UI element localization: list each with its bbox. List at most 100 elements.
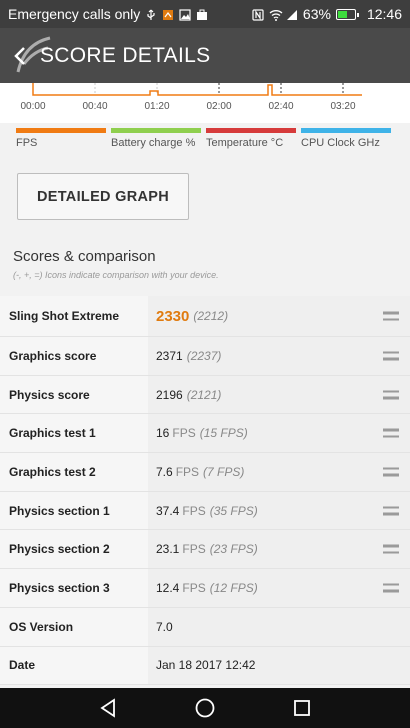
score-row[interactable]: Date Jan 18 2017 12:42 — [0, 646, 410, 686]
score-row-value-cell: 12.4 FPS (12 FPS) — [148, 569, 410, 607]
detailed-graph-button[interactable]: DETAILED GRAPH — [17, 173, 189, 220]
fps-series-line — [32, 83, 362, 96]
legend-item-cpu-clock: CPU Clock GHz — [301, 128, 391, 149]
score-value: 7.0 — [156, 619, 173, 634]
score-row[interactable]: Sling Shot Extreme 2330 (2212) — [0, 296, 410, 337]
graph-tick-label: 00:00 — [20, 101, 46, 112]
nfc-icon — [252, 8, 264, 21]
graph-tick-label: 02:40 — [268, 101, 294, 112]
page-title: SCORE DETAILS — [40, 43, 211, 67]
wifi-icon — [269, 8, 283, 21]
battery-icon — [335, 8, 359, 20]
score-comparison: (35 FPS) — [209, 503, 258, 518]
graph-tick-label: 00:40 — [82, 101, 108, 112]
score-details-screen: Emergency calls only 63% 12:46 SCORE DET… — [0, 0, 410, 728]
status-bar: Emergency calls only 63% 12:46 — [0, 0, 410, 28]
score-comparison: (15 FPS) — [199, 426, 248, 441]
app-bar: SCORE DETAILS — [0, 28, 410, 83]
legend-label: FPS — [16, 137, 38, 149]
score-value: 37.4 — [156, 503, 180, 518]
score-comparison: (2212) — [193, 309, 229, 323]
equal-comparison-icon — [383, 428, 399, 438]
score-value: 2371 — [156, 348, 183, 363]
briefcase-icon — [196, 8, 208, 20]
carrier-text: Emergency calls only — [8, 6, 141, 22]
legend-label: Battery charge % — [111, 137, 196, 149]
score-row-label: Graphics score — [0, 337, 148, 375]
legend-swatch — [301, 128, 391, 133]
score-row[interactable]: Graphics test 1 16 FPS (15 FPS) — [0, 414, 410, 454]
score-value: Jan 18 2017 12:42 — [156, 658, 256, 673]
score-row[interactable]: Physics score 2196 (2121) — [0, 375, 410, 415]
performance-graph[interactable]: 00:00 00:40 01:20 02:00 02:40 03:20 — [0, 83, 410, 123]
score-value: 7.6 — [156, 464, 173, 479]
back-icon[interactable] — [88, 688, 128, 728]
equal-comparison-icon — [383, 311, 399, 321]
clock: 12:46 — [366, 6, 402, 22]
score-row-label: Physics score — [0, 375, 148, 414]
score-row[interactable]: Physics section 3 12.4 FPS (12 FPS) — [0, 569, 410, 608]
score-unit: FPS — [172, 426, 196, 441]
battery-level — [337, 10, 348, 18]
battery-percent: 63% — [302, 6, 331, 22]
notification-icon — [162, 8, 174, 20]
score-row-label: Sling Shot Extreme — [0, 296, 148, 336]
scores-heading: Scores & comparison — [13, 248, 156, 265]
scores-table: Sling Shot Extreme 2330 (2212) Graphics sco… — [0, 296, 410, 686]
score-comparison: (23 FPS) — [209, 542, 258, 557]
gallery-icon — [179, 8, 191, 21]
score-row[interactable]: OS Version 7.0 — [0, 607, 410, 647]
legend-swatch — [16, 128, 106, 133]
graph-legend: FPS Battery charge % Temperature °C CPU … — [16, 128, 396, 149]
score-comparison: (7 FPS) — [203, 464, 245, 479]
signal-icon — [286, 8, 298, 20]
score-row-value-cell: 2371 (2237) — [148, 337, 410, 375]
score-unit: FPS — [182, 542, 206, 557]
legend-item-fps: FPS — [16, 128, 106, 149]
equal-comparison-icon — [383, 351, 399, 361]
equal-comparison-icon — [383, 544, 399, 554]
equal-comparison-icon — [383, 506, 399, 516]
score-row-label: Date — [0, 646, 148, 685]
graph-tick-label: 03:20 — [330, 101, 356, 112]
score-comparison: (2237) — [186, 348, 222, 363]
score-row-value-cell: 7.6 FPS (7 FPS) — [148, 453, 410, 491]
legend-label: CPU Clock GHz — [301, 137, 380, 149]
navigation-bar — [0, 688, 410, 728]
legend-item-temperature: Temperature °C — [206, 128, 296, 149]
score-row-value-cell: 2330 (2212) — [148, 296, 410, 336]
score-value: 2330 — [156, 307, 190, 325]
score-unit: FPS — [175, 464, 200, 479]
score-value: 12.4 — [156, 580, 180, 595]
score-comparison: (12 FPS) — [209, 580, 258, 595]
score-unit: FPS — [182, 503, 206, 518]
score-row[interactable]: Graphics test 2 7.6 FPS (7 FPS) — [0, 453, 410, 492]
legend-swatch — [206, 128, 296, 133]
equal-comparison-icon — [383, 583, 399, 593]
score-row-label: Graphics test 2 — [0, 453, 148, 491]
equal-comparison-icon — [383, 390, 399, 400]
usb-icon — [145, 8, 157, 20]
score-row-value-cell: 23.1 FPS (23 FPS) — [148, 530, 410, 569]
score-row-label: Physics section 3 — [0, 569, 148, 607]
equal-comparison-icon — [383, 467, 399, 477]
score-row[interactable]: Physics section 2 23.1 FPS (23 FPS) — [0, 530, 410, 570]
scores-subtitle: (-, +, =) Icons indicate comparison with… — [13, 270, 219, 280]
watermark-logo — [14, 34, 54, 81]
score-row-value-cell: 16 FPS (15 FPS) — [148, 414, 410, 453]
score-unit: FPS — [182, 580, 206, 595]
score-row-value-cell: 2196 (2121) — [148, 375, 410, 414]
graph-tick-label: 01:20 — [144, 101, 170, 112]
score-row[interactable]: Physics section 1 37.4 FPS (35 FPS) — [0, 491, 410, 531]
score-row-value-cell: 7.0 — [148, 607, 410, 646]
score-row-label: Physics section 1 — [0, 491, 148, 530]
recents-icon[interactable] — [282, 688, 322, 728]
legend-swatch — [111, 128, 201, 133]
score-value: 23.1 — [156, 542, 180, 557]
score-row-label: Graphics test 1 — [0, 414, 148, 453]
graph-tick-label: 02:00 — [206, 101, 232, 112]
score-row-label: OS Version — [0, 607, 148, 646]
score-comparison: (2121) — [186, 387, 222, 402]
score-row[interactable]: Graphics score 2371 (2237) — [0, 337, 410, 376]
home-icon[interactable] — [185, 688, 225, 728]
